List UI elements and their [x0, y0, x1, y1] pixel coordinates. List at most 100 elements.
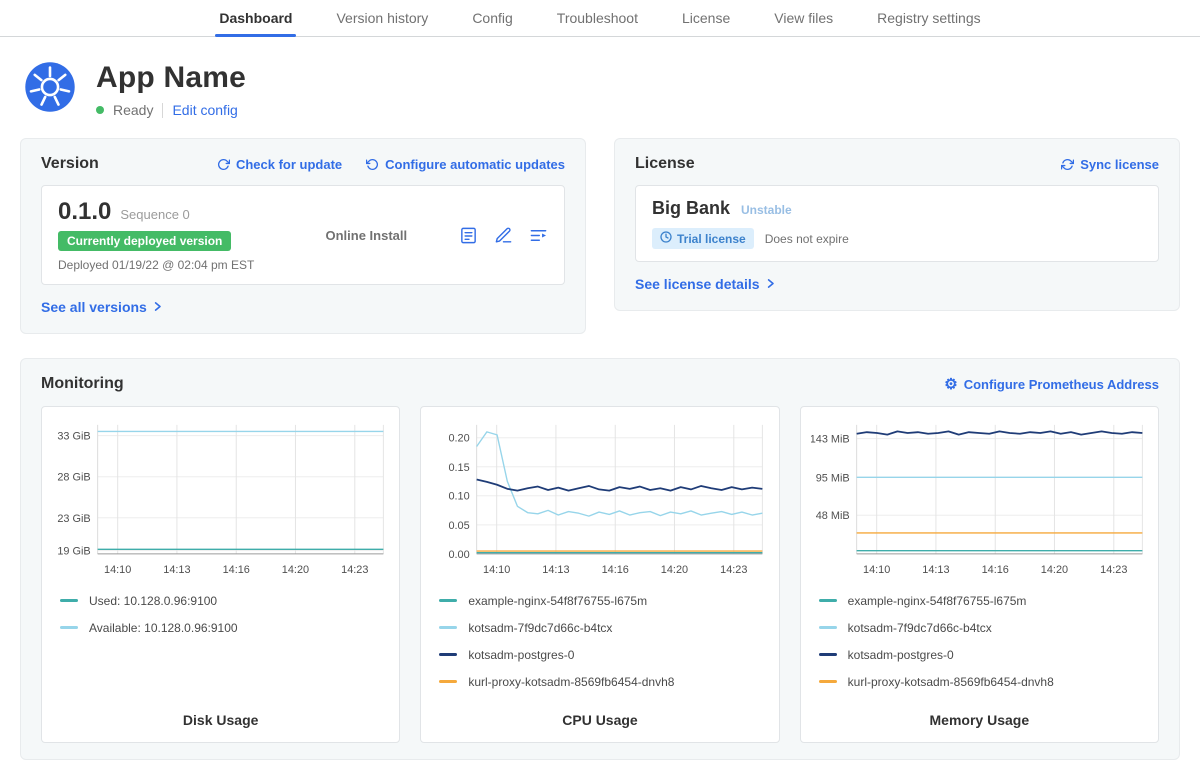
tab-config[interactable]: Config [450, 0, 534, 36]
svg-text:14:10: 14:10 [863, 564, 890, 576]
trial-license-badge: Trial license [652, 228, 754, 249]
license-customer-name: Big Bank [652, 198, 730, 219]
legend-item: example-nginx-54f8f76755-l675m [819, 594, 1140, 608]
legend-dash-icon [819, 626, 837, 629]
see-license-details-link[interactable]: See license details [635, 276, 775, 292]
tab-dashboard[interactable]: Dashboard [197, 0, 314, 36]
legend-dash-icon [819, 680, 837, 683]
svg-text:0.05: 0.05 [449, 520, 470, 532]
sync-license-label: Sync license [1080, 157, 1159, 172]
disk-usage-legend: Used: 10.128.0.96:9100 Available: 10.128.… [52, 594, 389, 648]
chevron-right-icon [767, 276, 775, 292]
tab-label: Version history [336, 10, 428, 26]
disk-usage-chart: 19 GiB23 GiB28 GiB33 GiB14:1014:1314:161… [52, 417, 389, 588]
legend-dash-icon [439, 653, 457, 656]
cpu-usage-chart: 0.000.050.100.150.2014:1014:1314:1614:20… [431, 417, 768, 588]
version-card-title: Version [41, 155, 99, 173]
clock-icon [660, 231, 672, 246]
legend-item: Used: 10.128.0.96:9100 [60, 594, 381, 608]
tab-label: Troubleshoot [557, 10, 638, 26]
tab-view-files[interactable]: View files [752, 0, 855, 36]
svg-text:33 GiB: 33 GiB [57, 431, 90, 443]
svg-text:23 GiB: 23 GiB [57, 513, 90, 525]
tab-label: Dashboard [219, 10, 292, 26]
legend-dash-icon [439, 680, 457, 683]
chevron-right-icon [154, 299, 162, 315]
disk-usage-panel: 19 GiB23 GiB28 GiB33 GiB14:1014:1314:161… [41, 406, 400, 743]
legend-item: Available: 10.128.0.96:9100 [60, 621, 381, 635]
gear-icon: ⚙ [944, 377, 957, 392]
svg-text:0.10: 0.10 [449, 491, 470, 503]
legend-dash-icon [819, 653, 837, 656]
legend-label: kurl-proxy-kotsadm-8569fb6454-dnvh8 [848, 675, 1054, 689]
check-for-update-button[interactable]: Check for update [217, 157, 342, 172]
current-version-box: 0.1.0 Sequence 0 Currently deployed vers… [41, 185, 565, 285]
configure-prometheus-button[interactable]: ⚙ Configure Prometheus Address [944, 377, 1159, 392]
version-sequence: Sequence 0 [120, 207, 189, 222]
legend-label: kotsadm-7f9dc7d66c-b4tcx [468, 621, 612, 635]
legend-dash-icon [819, 599, 837, 602]
see-all-versions-link[interactable]: See all versions [41, 299, 162, 315]
tab-registry-settings[interactable]: Registry settings [855, 0, 1002, 36]
tab-troubleshoot[interactable]: Troubleshoot [535, 0, 660, 36]
legend-item: kotsadm-7f9dc7d66c-b4tcx [439, 621, 760, 635]
legend-item: kotsadm-postgres-0 [439, 648, 760, 662]
svg-text:0.20: 0.20 [449, 433, 470, 445]
app-status: Ready [113, 102, 153, 118]
legend-item: kotsadm-postgres-0 [819, 648, 1140, 662]
legend-dash-icon [60, 626, 78, 629]
legend-dash-icon [439, 626, 457, 629]
top-nav: Dashboard Version history Config Trouble… [0, 0, 1200, 37]
svg-text:14:23: 14:23 [1100, 564, 1127, 576]
sync-license-button[interactable]: Sync license [1061, 157, 1159, 172]
legend-item: kotsadm-7f9dc7d66c-b4tcx [819, 621, 1140, 635]
tab-label: Registry settings [877, 10, 980, 26]
deployed-badge: Currently deployed version [58, 231, 231, 251]
svg-text:14:16: 14:16 [602, 564, 629, 576]
trial-license-label: Trial license [677, 232, 746, 246]
disk-usage-chart-title: Disk Usage [52, 702, 389, 736]
legend-label: kotsadm-7f9dc7d66c-b4tcx [848, 621, 992, 635]
cpu-usage-panel: 0.000.050.100.150.2014:1014:1314:1614:20… [420, 406, 779, 743]
edit-config-link[interactable]: Edit config [172, 102, 237, 118]
see-license-details-label: See license details [635, 276, 760, 292]
monitoring-title: Monitoring [41, 375, 124, 393]
svg-text:28 GiB: 28 GiB [57, 472, 90, 484]
edit-config-icon[interactable] [494, 226, 513, 245]
view-diff-icon[interactable] [529, 226, 548, 245]
svg-text:95 MiB: 95 MiB [815, 472, 849, 484]
version-card: Version Check for update Configure autom… [20, 138, 586, 334]
legend-dash-icon [439, 599, 457, 602]
legend-label: example-nginx-54f8f76755-l675m [468, 594, 647, 608]
license-expiry: Does not expire [765, 232, 849, 246]
divider [162, 103, 163, 118]
svg-text:48 MiB: 48 MiB [815, 510, 849, 522]
version-number: 0.1.0 [58, 198, 111, 226]
license-card: License Sync license Big Bank Unstable [614, 138, 1180, 311]
svg-text:14:16: 14:16 [223, 564, 250, 576]
svg-text:14:20: 14:20 [661, 564, 688, 576]
app-header: App Name Ready Edit config [20, 51, 1180, 118]
svg-text:19 GiB: 19 GiB [57, 546, 90, 558]
tab-license[interactable]: License [660, 0, 752, 36]
refresh-icon [217, 158, 230, 171]
cpu-usage-chart-title: CPU Usage [431, 702, 768, 736]
legend-item: example-nginx-54f8f76755-l675m [439, 594, 760, 608]
license-card-title: License [635, 155, 695, 173]
svg-text:14:23: 14:23 [341, 564, 368, 576]
kubernetes-logo-icon [24, 61, 76, 113]
svg-text:143 MiB: 143 MiB [811, 434, 850, 446]
tab-version-history[interactable]: Version history [314, 0, 450, 36]
svg-text:14:13: 14:13 [922, 564, 949, 576]
configure-prometheus-label: Configure Prometheus Address [964, 377, 1159, 392]
svg-text:14:20: 14:20 [282, 564, 309, 576]
release-notes-icon[interactable] [459, 226, 478, 245]
svg-text:0.15: 0.15 [449, 462, 470, 474]
svg-text:14:16: 14:16 [981, 564, 1008, 576]
legend-label: Used: 10.128.0.96:9100 [89, 594, 217, 608]
memory-usage-chart: 48 MiB95 MiB143 MiB14:1014:1314:1614:201… [811, 417, 1148, 588]
configure-automatic-updates-button[interactable]: Configure automatic updates [366, 157, 565, 172]
svg-text:0.00: 0.00 [449, 549, 470, 561]
configure-updates-label: Configure automatic updates [385, 157, 565, 172]
check-for-update-label: Check for update [236, 157, 342, 172]
